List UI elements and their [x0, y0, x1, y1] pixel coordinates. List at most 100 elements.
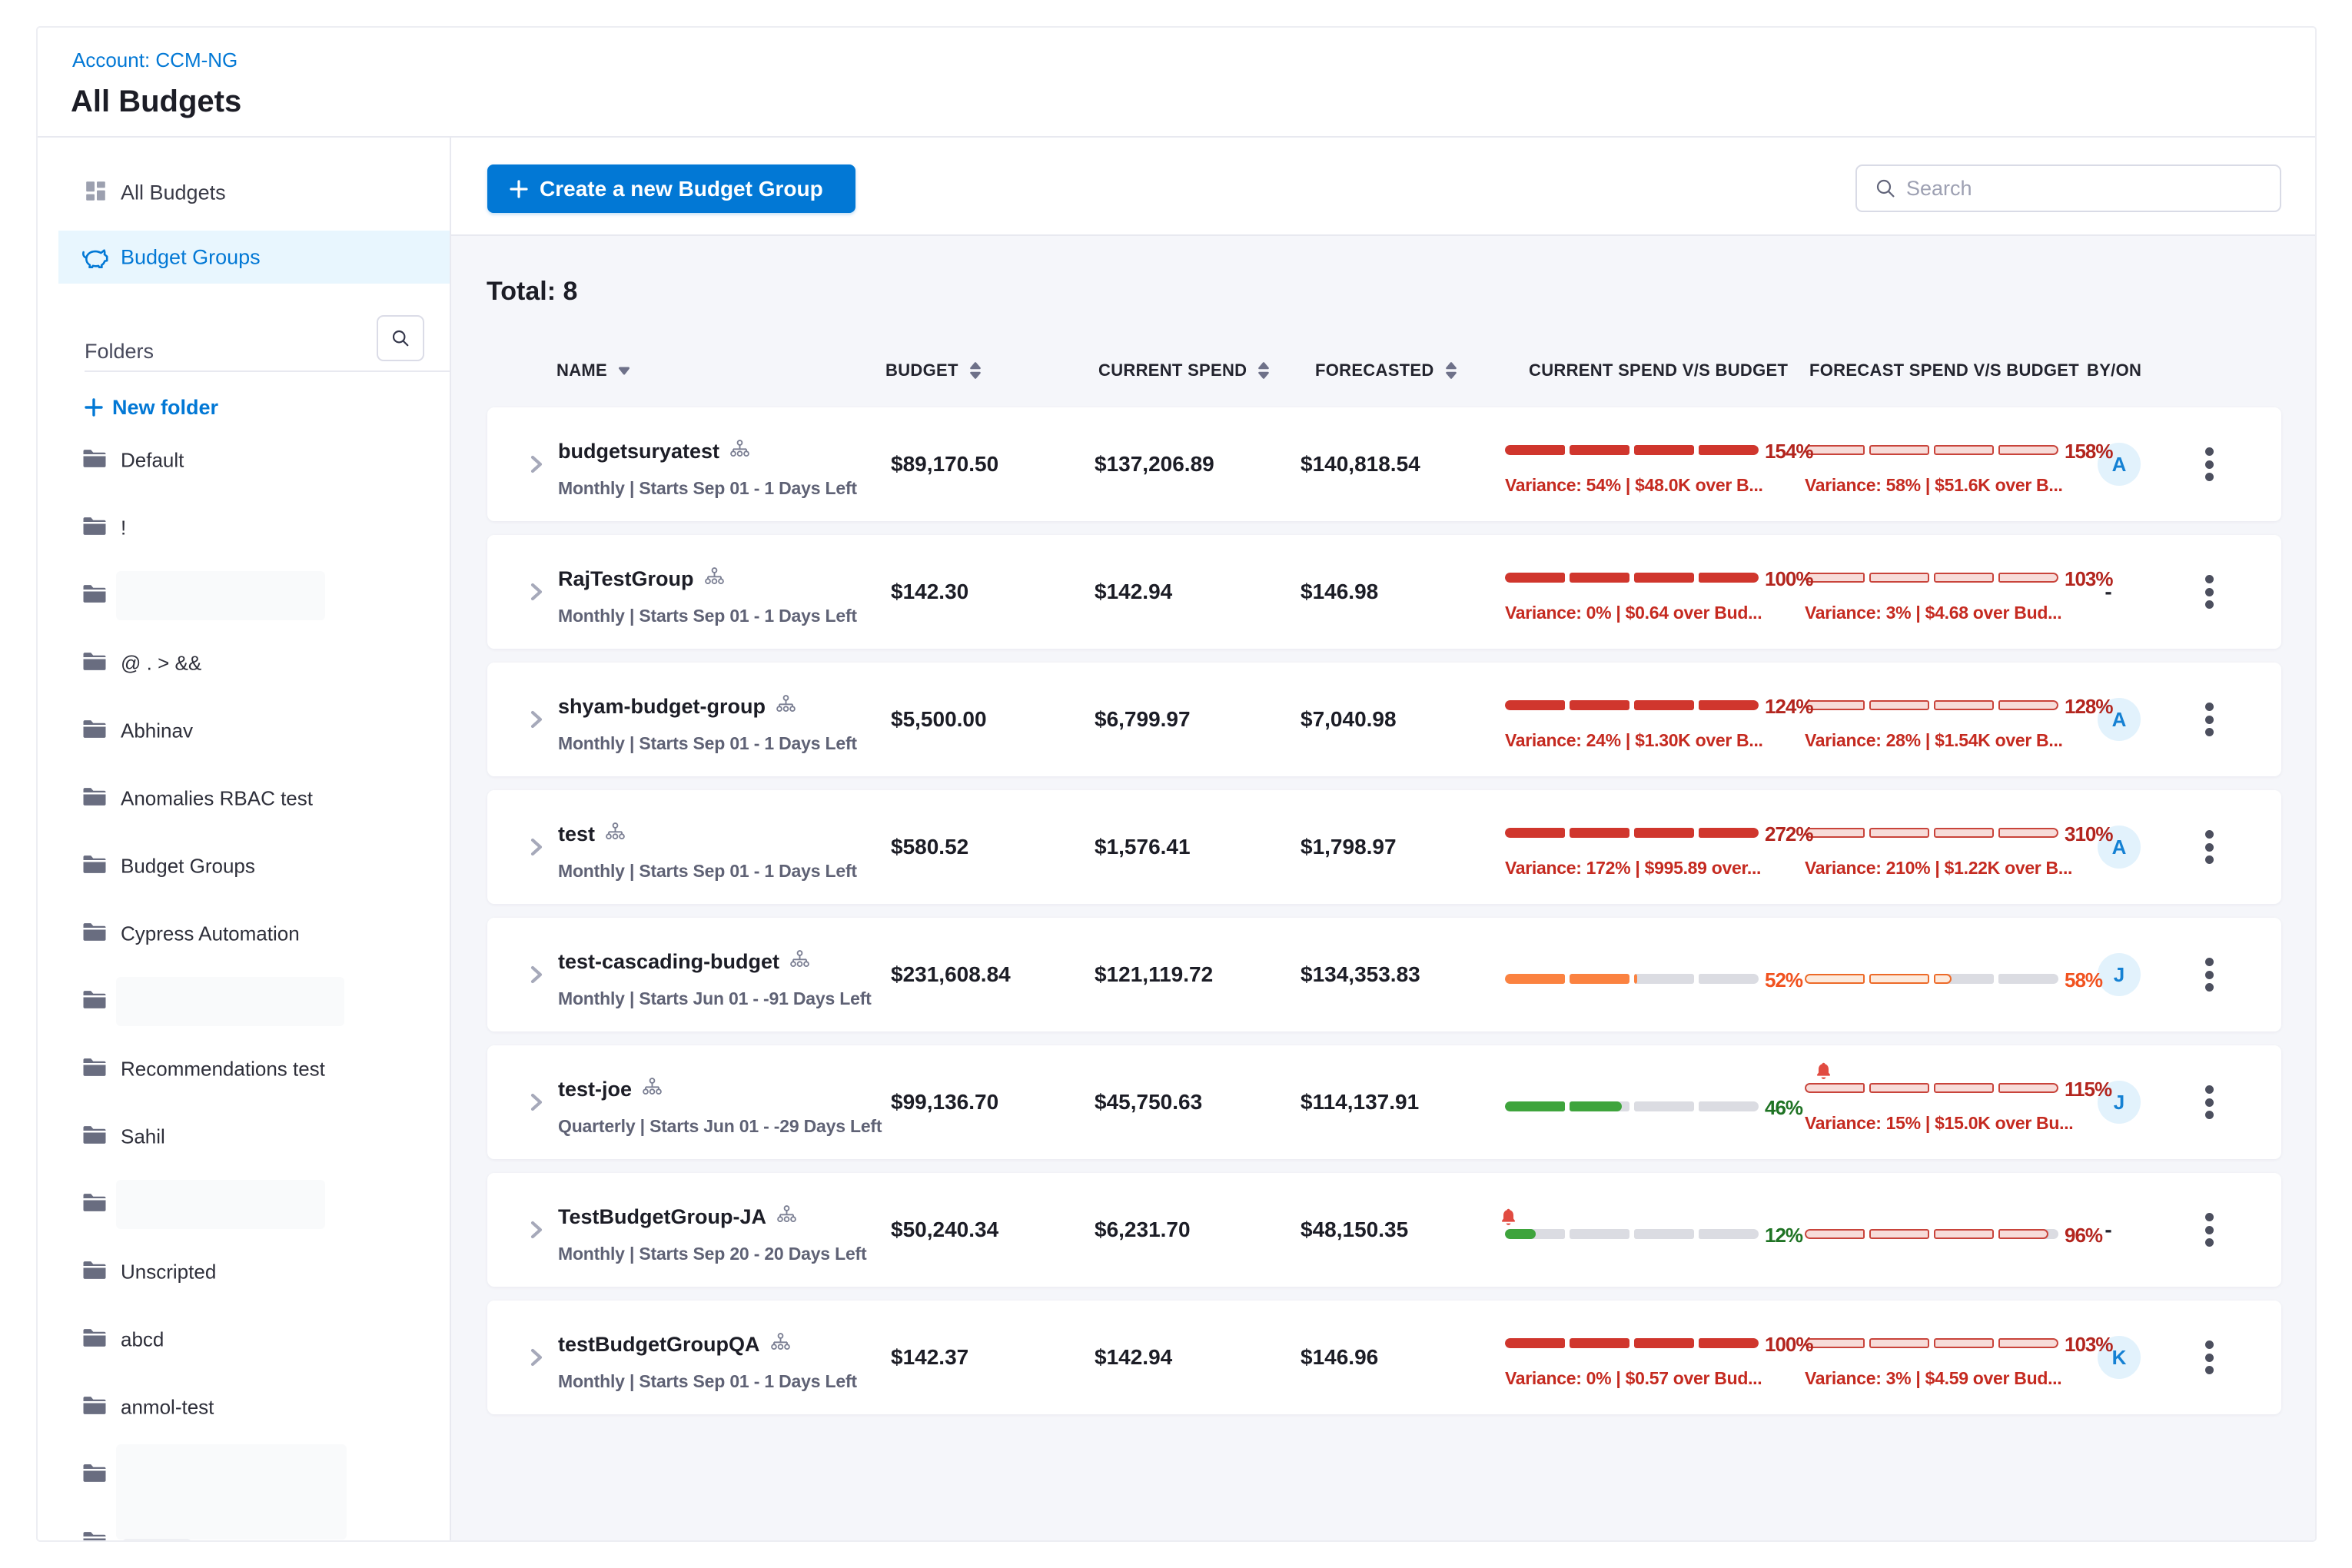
- percent-label: 310%: [2065, 821, 2113, 847]
- folder-item[interactable]: !: [38, 497, 450, 559]
- budget-group-name[interactable]: testBudgetGroupQA: [558, 1333, 760, 1357]
- alert-bell-icon: [1500, 1208, 1517, 1230]
- budget-group-name[interactable]: RajTestGroup: [558, 567, 694, 591]
- row-menu-button[interactable]: [2201, 447, 2217, 481]
- budget-group-name[interactable]: test: [558, 822, 595, 846]
- folder-item[interactable]: [38, 565, 450, 626]
- folder-item[interactable]: Sahil: [38, 1106, 450, 1168]
- column-header-by-on[interactable]: BY/ON: [2087, 351, 2141, 390]
- chevron-right-icon[interactable]: [526, 582, 546, 606]
- current-spend-amount: $45,750.63: [1095, 1045, 1202, 1159]
- folder-item[interactable]: Unscripted: [38, 1241, 450, 1303]
- menu-dot: [2205, 447, 2214, 456]
- bar-fill: [1934, 1083, 1994, 1093]
- folder-item[interactable]: Budget Groups: [38, 835, 450, 897]
- budget-group-name-line: TestBudgetGroup-JA: [558, 1204, 796, 1230]
- chevron-right-icon[interactable]: [526, 837, 546, 861]
- budget-group-name[interactable]: budgetsuryatest: [558, 440, 719, 463]
- row-menu-button[interactable]: [2201, 1340, 2217, 1374]
- chevron-right-icon[interactable]: [526, 709, 546, 733]
- folder-item[interactable]: @ . > &&: [38, 633, 450, 694]
- forecast-vs-budget-bar: [1805, 1083, 2058, 1093]
- chevron-right-icon[interactable]: [526, 454, 546, 478]
- folder-item[interactable]: Cypress Automation: [38, 903, 450, 965]
- by-on-dash: -: [2105, 1218, 2111, 1242]
- account-breadcrumb[interactable]: Account: CCM-NG: [72, 48, 238, 72]
- folder-item[interactable]: Recommendations test: [38, 1038, 450, 1100]
- budget-group-name[interactable]: test-joe: [558, 1078, 632, 1101]
- grid-icon: [86, 181, 105, 204]
- row-menu-button[interactable]: [2201, 958, 2217, 992]
- column-header-budget[interactable]: BUDGET: [885, 351, 982, 390]
- alert-bell-icon: [1815, 1062, 1832, 1084]
- owner-avatar[interactable]: J: [2098, 953, 2141, 996]
- new-folder-button[interactable]: New folder: [85, 394, 218, 420]
- row-menu-button[interactable]: [2201, 830, 2217, 864]
- budget-group-row[interactable]: test Monthly | Starts Sep 01 - 1 Days Le…: [487, 790, 2281, 904]
- folder-item[interactable]: Abhinav: [38, 700, 450, 762]
- sidebar-item-budget-groups[interactable]: Budget Groups: [58, 231, 450, 284]
- budget-group-row[interactable]: testBudgetGroupQA Monthly | Starts Sep 0…: [487, 1301, 2281, 1414]
- budget-period: Monthly | Starts Sep 20 - 20 Days Left: [558, 1244, 866, 1264]
- folder-item[interactable]: [38, 1174, 450, 1235]
- by-on-cell: A: [2090, 407, 2148, 521]
- budget-group-name[interactable]: TestBudgetGroup-JA: [558, 1205, 766, 1229]
- bar-segment: [1869, 445, 1929, 455]
- current-vs-budget-bar: [1505, 1338, 1759, 1348]
- bar-segment: [1998, 1083, 2058, 1093]
- column-label: FORECASTED: [1315, 360, 1434, 380]
- bar-fill: [1634, 828, 1694, 838]
- bar-fill: [1634, 445, 1694, 455]
- bar-segment: [1505, 828, 1565, 838]
- folder-search-button[interactable]: [377, 315, 424, 361]
- row-menu-button[interactable]: [2201, 1213, 2217, 1247]
- row-menu-button[interactable]: [2201, 703, 2217, 736]
- bar-segment: [1869, 700, 1929, 710]
- current-spend-amount: $142.94: [1095, 535, 1172, 649]
- bar-fill: [1934, 1338, 1994, 1348]
- folder-item[interactable]: abcd: [38, 1309, 450, 1370]
- budgets-app: Account: CCM-NG All Budgets All Budgets: [0, 0, 2352, 1568]
- budget-group-name[interactable]: shyam-budget-group: [558, 695, 766, 719]
- hierarchy-icon: [777, 1205, 796, 1228]
- percent-label: 115%: [2065, 1076, 2111, 1102]
- folder-icon: [82, 990, 107, 1014]
- sort-icon: [1257, 362, 1270, 379]
- row-menu-button[interactable]: [2201, 575, 2217, 609]
- bar-segment: [1570, 700, 1629, 710]
- folder-item[interactable]: Default: [38, 430, 450, 491]
- budget-group-row[interactable]: test-cascading-budget Monthly | Starts J…: [487, 918, 2281, 1031]
- folder-item[interactable]: [38, 971, 450, 1032]
- budget-group-row[interactable]: RajTestGroup Monthly | Starts Sep 01 - 1…: [487, 535, 2281, 649]
- bar-fill: [1998, 445, 2058, 455]
- folder-item[interactable]: [38, 1512, 450, 1542]
- bar-fill: [1699, 573, 1759, 583]
- forecast-vs-budget-bar: [1805, 828, 2058, 838]
- folder-item[interactable]: anmol-test: [38, 1377, 450, 1438]
- column-header-forecasted[interactable]: FORECASTED: [1315, 351, 1457, 390]
- sidebar-item-all-budgets[interactable]: All Budgets: [58, 166, 450, 219]
- folder-item[interactable]: Anomalies RBAC test: [38, 768, 450, 829]
- redacted-folder-label: [122, 1539, 191, 1542]
- column-header-current-spend[interactable]: CURRENT SPEND: [1098, 351, 1270, 390]
- create-budget-group-button[interactable]: Create a new Budget Group: [487, 164, 855, 213]
- budget-group-row[interactable]: TestBudgetGroup-JA Monthly | Starts Sep …: [487, 1173, 2281, 1287]
- budget-group-row[interactable]: shyam-budget-group Monthly | Starts Sep …: [487, 663, 2281, 776]
- bar-fill: [1869, 573, 1929, 583]
- column-header-current-spend-v-s-budget[interactable]: CURRENT SPEND V/S BUDGET: [1529, 351, 1788, 390]
- column-header-forecast-spend-v-s-budget[interactable]: FORECAST SPEND V/S BUDGET: [1809, 351, 2079, 390]
- chevron-right-icon[interactable]: [526, 965, 546, 988]
- chevron-right-icon[interactable]: [526, 1347, 546, 1371]
- bar-segment: [1934, 828, 1994, 838]
- bar-segment: [1699, 573, 1759, 583]
- folder-item[interactable]: [38, 1444, 450, 1506]
- chevron-right-icon[interactable]: [526, 1092, 546, 1116]
- budget-group-row[interactable]: test-joe Quarterly | Starts Jun 01 - -29…: [487, 1045, 2281, 1159]
- budget-group-name[interactable]: test-cascading-budget: [558, 950, 779, 974]
- budget-group-name-line: shyam-budget-group: [558, 693, 796, 719]
- chevron-right-icon[interactable]: [526, 1220, 546, 1244]
- search-input[interactable]: [1906, 166, 2267, 211]
- budget-group-row[interactable]: budgetsuryatest Monthly | Starts Sep 01 …: [487, 407, 2281, 521]
- row-menu-button[interactable]: [2201, 1085, 2217, 1119]
- column-header-name[interactable]: NAME: [556, 351, 630, 390]
